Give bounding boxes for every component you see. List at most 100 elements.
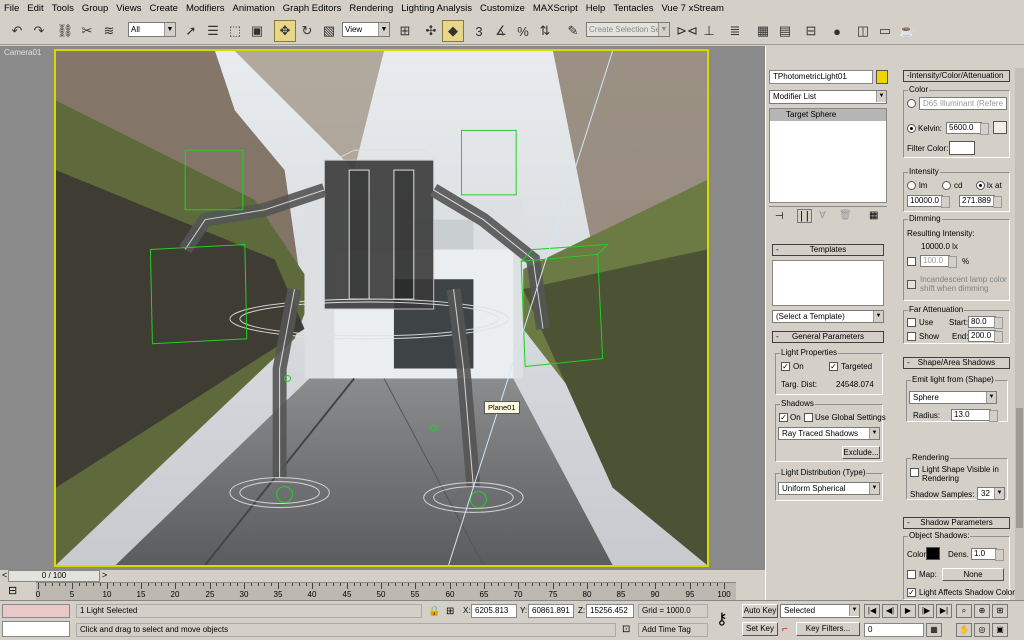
make-unique-icon[interactable]: ∀ — [819, 210, 826, 221]
auto-key-button[interactable]: Auto Key — [742, 604, 778, 618]
add-time-tag-button[interactable]: Add Time Tag — [638, 623, 708, 637]
current-frame-field[interactable]: 0 — [864, 623, 924, 637]
select-manipulate-icon[interactable]: ✣ — [420, 20, 442, 42]
graphite-ribbon-icon[interactable]: ▦ — [752, 20, 774, 42]
shadow-map-button[interactable]: None — [942, 568, 1004, 581]
region-select-icon[interactable]: ⬚ — [224, 20, 246, 42]
menu-item-customize[interactable]: Customize — [476, 3, 529, 14]
render-setup-icon[interactable]: ◫ — [852, 20, 874, 42]
time-slider[interactable]: 0 / 100 — [8, 570, 100, 582]
template-dropdown[interactable]: (Select a Template) ▼ — [772, 310, 884, 323]
object-color-swatch[interactable] — [876, 70, 888, 84]
align-icon[interactable]: ⊥ — [698, 20, 720, 42]
select-move-icon[interactable]: ✥ — [274, 20, 296, 42]
maxscript-listener-pink[interactable] — [2, 604, 70, 618]
mini-curve-editor-icon[interactable]: ⊟ — [8, 584, 17, 597]
layer-manager-icon[interactable]: ≣ — [724, 20, 746, 42]
z-coordinate-field[interactable]: 15256.452 — [586, 604, 634, 618]
viewport-label[interactable]: Camera01 — [4, 48, 41, 57]
menu-item-maxscript[interactable]: MAXScript — [529, 3, 582, 14]
filter-color-swatch[interactable] — [949, 141, 975, 155]
select-object-icon[interactable]: ➚ — [180, 20, 202, 42]
select-rotate-icon[interactable]: ↻ — [296, 20, 318, 42]
lx-distance-spinner[interactable]: 271.889 — [959, 195, 1002, 208]
light-on-checkbox[interactable]: ✓ — [781, 362, 790, 371]
render-production-icon[interactable]: ☕ — [896, 20, 918, 42]
curve-editor-icon[interactable]: ▤ — [774, 20, 796, 42]
preset-radio[interactable] — [907, 99, 916, 108]
play-icon[interactable]: ▶ — [900, 604, 916, 618]
undo-icon[interactable]: ↶ — [6, 20, 28, 42]
lx-radio[interactable] — [976, 181, 985, 190]
reference-coord-dropdown[interactable]: View ▼ — [342, 22, 390, 37]
rendered-frame-window-icon[interactable]: ▭ — [874, 20, 896, 42]
intensity-spinner[interactable]: 10000.0 — [907, 195, 950, 208]
panel-scrollbar[interactable] — [1015, 68, 1024, 600]
object-name-field[interactable]: TPhotometricLight01 — [769, 70, 873, 84]
menu-item-animation[interactable]: Animation — [229, 3, 279, 14]
next-frame-icon[interactable]: |▶ — [918, 604, 934, 618]
shadow-parameters-rollout-header[interactable]: - Shadow Parameters — [903, 517, 1010, 529]
shape-dropdown[interactable]: Sphere ▼ — [909, 391, 997, 404]
radius-spinner[interactable]: 13.0 — [951, 409, 998, 422]
modifier-list-dropdown[interactable]: Modifier List ▼ — [769, 90, 887, 104]
shape-visible-checkbox[interactable] — [910, 468, 919, 477]
far-end-spinner[interactable]: 200.0 — [968, 330, 1003, 343]
spinner-snap-icon[interactable]: ⇅ — [534, 20, 556, 42]
mirror-icon[interactable]: ⊳⊲ — [676, 20, 698, 42]
density-spinner[interactable]: 1.0 — [971, 548, 1004, 561]
shadow-color-swatch[interactable] — [926, 547, 940, 560]
menu-item-create[interactable]: Create — [145, 3, 182, 14]
time-tag-icon[interactable]: ⊡ — [622, 624, 630, 635]
percent-snap-icon[interactable]: % — [512, 20, 534, 42]
menu-item-modifiers[interactable]: Modifiers — [182, 3, 229, 14]
light-distribution-dropdown[interactable]: Uniform Spherical ▼ — [778, 482, 880, 495]
named-selection-icon[interactable]: ✎ — [562, 20, 584, 42]
kelvin-radio[interactable] — [907, 124, 916, 133]
far-use-checkbox[interactable] — [907, 318, 916, 327]
menu-item-lighting-analysis[interactable]: Lighting Analysis — [397, 3, 476, 14]
time-configuration-icon[interactable]: ▦ — [926, 623, 942, 637]
dimming-percent-spinner[interactable]: 100.0 — [920, 255, 957, 268]
menu-item-help[interactable]: Help — [582, 3, 610, 14]
time-slider-prev-icon[interactable]: < — [2, 570, 7, 580]
material-editor-icon[interactable]: ● — [826, 20, 848, 42]
light-preset-dropdown[interactable]: D65 Illuminant (Refere — [919, 97, 1007, 110]
menu-item-group[interactable]: Group — [78, 3, 112, 14]
schematic-view-icon[interactable]: ⊟ — [800, 20, 822, 42]
absolute-mode-icon[interactable]: ⊞ — [446, 606, 454, 617]
menu-item-edit[interactable]: Edit — [23, 3, 47, 14]
goto-start-icon[interactable]: |◀ — [864, 604, 880, 618]
menu-item-tools[interactable]: Tools — [48, 3, 78, 14]
menu-item-rendering[interactable]: Rendering — [345, 3, 397, 14]
pivot-center-icon[interactable]: ⊞ — [394, 20, 416, 42]
scrollbar-thumb[interactable] — [1016, 408, 1023, 528]
maximize-viewport-icon[interactable]: ▣ — [992, 623, 1008, 637]
keyboard-shortcut-override-icon[interactable]: ◆ — [442, 20, 464, 42]
maxscript-listener-white[interactable] — [2, 621, 70, 637]
select-scale-icon[interactable]: ▧ — [318, 20, 340, 42]
targeted-checkbox[interactable]: ✓ — [829, 362, 838, 371]
menu-item-vue-7-xstream[interactable]: Vue 7 xStream — [657, 3, 727, 14]
time-slider-next-icon[interactable]: > — [102, 570, 107, 580]
configure-sets-icon[interactable]: ▦ — [869, 210, 878, 221]
x-coordinate-field[interactable]: 6205.813 — [471, 604, 517, 618]
link-icon[interactable]: ⛓ — [54, 20, 76, 42]
track-bar[interactable]: 0 5 10 15 20 25 30 35 40 45 50 55 60 65 70 75 80 85 90 95 10… — [36, 582, 736, 600]
templates-rollout-header[interactable]: - Templates — [772, 244, 884, 256]
pan-icon[interactable]: ✋ — [956, 623, 972, 637]
shadows-on-checkbox[interactable]: ✓ — [779, 413, 788, 422]
remove-modifier-icon[interactable]: 🗑 — [839, 210, 852, 221]
kelvin-color-swatch[interactable] — [993, 121, 1007, 134]
modifier-stack[interactable]: Target Sphere — [769, 108, 887, 203]
orbit-icon[interactable]: ◎ — [974, 623, 990, 637]
dimming-checkbox[interactable] — [907, 257, 916, 266]
general-parameters-header[interactable]: - General Parameters — [772, 331, 884, 343]
set-key-button[interactable]: Set Key — [742, 622, 778, 636]
show-end-result-icon[interactable]: | | — [797, 209, 812, 223]
key-filters-button[interactable]: Key Filters... — [796, 622, 860, 636]
selection-filter-dropdown[interactable]: All ▼ — [128, 22, 176, 37]
default-tangents-icon[interactable]: ⌐ — [782, 624, 788, 635]
shadow-type-dropdown[interactable]: Ray Traced Shadows ▼ — [778, 427, 880, 440]
stack-item-target-sphere[interactable]: Target Sphere — [770, 109, 886, 121]
